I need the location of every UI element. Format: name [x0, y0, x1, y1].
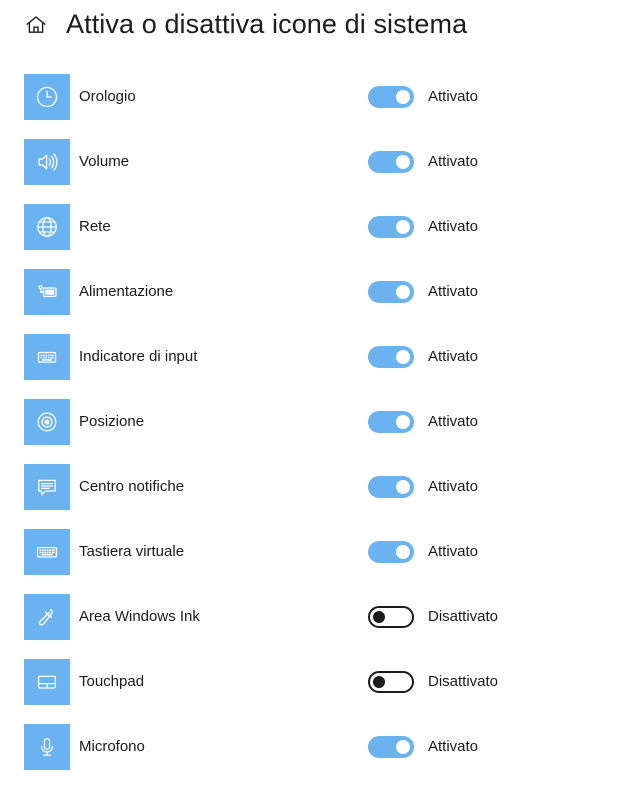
toggle-switch[interactable] — [368, 606, 414, 628]
page-title: Attiva o disattiva icone di sistema — [66, 8, 468, 39]
system-icons-list: Orologio Attivato Volume Attivato Rete Attiva… — [0, 74, 640, 789]
system-icon-row: Alimentazione Attivato — [0, 269, 640, 334]
toggle-knob — [396, 285, 410, 299]
volume-icon — [24, 139, 70, 185]
system-icon-row: Volume Attivato — [0, 139, 640, 204]
toggle-switch[interactable] — [368, 151, 414, 173]
toggle-knob — [396, 740, 410, 754]
toggle-knob — [396, 350, 410, 364]
toggle-knob — [373, 611, 385, 623]
pen-ink-icon — [24, 594, 70, 640]
toggle-knob — [396, 90, 410, 104]
toggle-status-label: Attivato — [428, 413, 479, 430]
toggle-status-label: Disattivato — [428, 608, 499, 625]
toggle-switch[interactable] — [368, 671, 414, 693]
system-icon-row: Indicatore di input Attivato — [0, 334, 640, 399]
toggle-switch[interactable] — [368, 476, 414, 498]
system-icon-row: Rete Attivato — [0, 204, 640, 269]
toggle-knob — [396, 155, 410, 169]
toggle-knob — [396, 480, 410, 494]
system-icon-label: Microfono — [79, 738, 145, 755]
microphone-icon — [24, 724, 70, 770]
toggle-switch[interactable] — [368, 216, 414, 238]
system-icon-label: Indicatore di input — [79, 348, 198, 365]
input-indicator-icon — [24, 334, 70, 380]
toggle-status-label: Attivato — [428, 88, 479, 105]
toggle-status-label: Attivato — [428, 738, 479, 755]
system-icon-label: Centro notifiche — [79, 478, 185, 495]
system-icon-row: Centro notifiche Attivato — [0, 464, 640, 529]
toggle-knob — [373, 676, 385, 688]
battery-power-icon — [24, 269, 70, 315]
system-icon-label: Touchpad — [79, 673, 145, 690]
toggle-status-label: Attivato — [428, 543, 479, 560]
system-icon-label: Tastiera virtuale — [79, 543, 185, 560]
system-icon-label: Area Windows Ink — [79, 608, 200, 625]
system-icon-label: Alimentazione — [79, 283, 174, 300]
action-center-icon — [24, 464, 70, 510]
keyboard-icon — [24, 529, 70, 575]
system-icon-row: Touchpad Disattivato — [0, 659, 640, 724]
system-icon-row: Tastiera virtuale Attivato — [0, 529, 640, 594]
system-icon-row: Posizione Attivato — [0, 399, 640, 464]
toggle-knob — [396, 545, 410, 559]
location-icon — [24, 399, 70, 445]
toggle-status-label: Attivato — [428, 153, 479, 170]
toggle-status-label: Attivato — [428, 348, 479, 365]
toggle-status-label: Attivato — [428, 478, 479, 495]
page-header: Attiva o disattiva icone di sistema — [0, 0, 640, 50]
system-icon-label: Rete — [79, 218, 111, 235]
network-globe-icon — [24, 204, 70, 250]
toggle-status-label: Attivato — [428, 218, 479, 235]
clock-icon — [24, 74, 70, 120]
toggle-switch[interactable] — [368, 86, 414, 108]
toggle-knob — [396, 220, 410, 234]
toggle-switch[interactable] — [368, 541, 414, 563]
toggle-switch[interactable] — [368, 411, 414, 433]
system-icon-label: Volume — [79, 153, 130, 170]
system-icon-row: Microfono Attivato — [0, 724, 640, 789]
toggle-status-label: Disattivato — [428, 673, 499, 690]
system-icon-label: Orologio — [79, 88, 136, 105]
toggle-knob — [396, 415, 410, 429]
toggle-switch[interactable] — [368, 736, 414, 758]
system-icon-row: Area Windows Ink Disattivato — [0, 594, 640, 659]
home-icon[interactable] — [22, 11, 50, 39]
system-icon-row: Orologio Attivato — [0, 74, 640, 139]
toggle-switch[interactable] — [368, 281, 414, 303]
touchpad-icon — [24, 659, 70, 705]
system-icon-label: Posizione — [79, 413, 145, 430]
toggle-switch[interactable] — [368, 346, 414, 368]
toggle-status-label: Attivato — [428, 283, 479, 300]
